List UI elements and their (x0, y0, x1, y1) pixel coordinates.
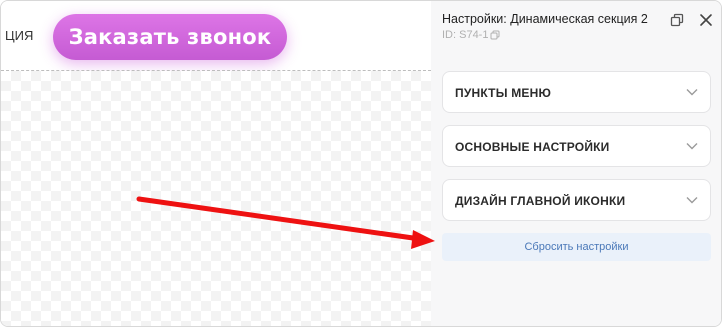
chevron-down-icon (686, 197, 698, 204)
settings-panel: Настройки: Динамическая секция 2 ID: S74… (431, 1, 721, 326)
order-call-button[interactable]: Заказать звонок (53, 14, 287, 60)
accordion-label: ПУНКТЫ МЕНЮ (455, 86, 552, 100)
accordion-icon-design[interactable]: ДИЗАЙН ГЛАВНОЙ ИКОНКИ (442, 179, 711, 221)
chevron-down-icon (686, 143, 698, 150)
panel-title: Настройки: Динамическая секция 2 (442, 12, 648, 26)
section-id-text: ID: S74-1 (442, 29, 489, 41)
section-canvas[interactable] (1, 71, 431, 326)
accordion-main-settings[interactable]: ОСНОВНЫЕ НАСТРОЙКИ (442, 125, 711, 167)
app-window: ЦИЯ Заказать звонок Настройки: Динамичес… (0, 0, 722, 327)
header-nav-text[interactable]: ЦИЯ (5, 28, 33, 43)
section-id: ID: S74-1 (442, 29, 500, 41)
restore-window-icon[interactable] (670, 13, 684, 27)
close-icon[interactable] (698, 12, 714, 28)
accordion-menu-items[interactable]: ПУНКТЫ МЕНЮ (442, 71, 711, 113)
reset-settings-button[interactable]: Сбросить настройки (442, 233, 711, 261)
chevron-down-icon (686, 89, 698, 96)
accordion-label: ДИЗАЙН ГЛАВНОЙ ИКОНКИ (455, 194, 626, 208)
accordion-label: ОСНОВНЫЕ НАСТРОЙКИ (455, 140, 610, 154)
page-header-preview: ЦИЯ Заказать звонок (1, 1, 431, 71)
copy-icon[interactable] (490, 30, 500, 40)
